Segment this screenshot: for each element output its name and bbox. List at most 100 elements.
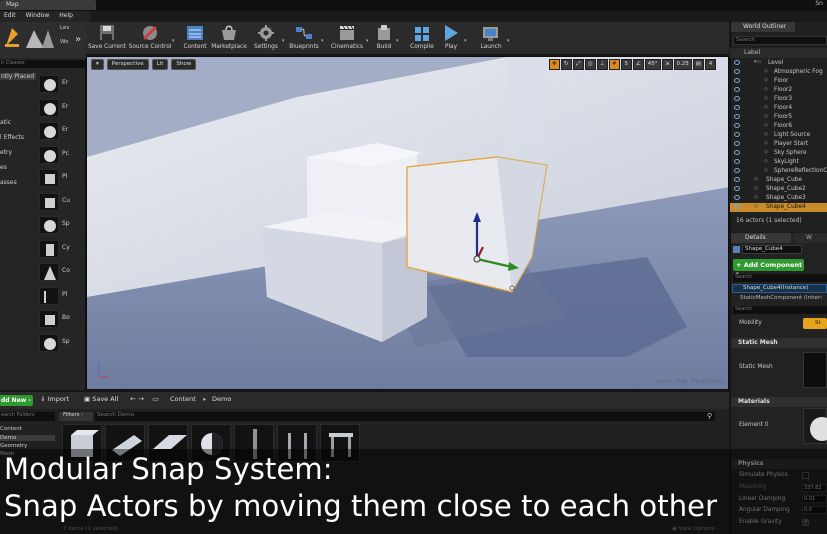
search-icon[interactable]: ⚲ (707, 412, 712, 420)
gizmo-pivot[interactable] (473, 255, 481, 263)
launch-button[interactable]: Launch (476, 22, 506, 55)
materials-section[interactable]: Materials (731, 397, 827, 407)
asset-label[interactable]: Cu (62, 197, 70, 204)
outliner-item[interactable]: ◇ Floor5 (730, 113, 827, 122)
visibility-eye-icon[interactable] (734, 186, 740, 191)
breadcrumb-demo[interactable]: Demo (212, 395, 231, 403)
menu-help[interactable]: Help (59, 12, 73, 22)
blueprints-dropdown-icon[interactable]: ▾ (321, 38, 327, 46)
category-recently-placed[interactable]: ntly Placed (0, 73, 36, 80)
asset-label[interactable]: Pl (62, 291, 67, 298)
scale-snap-icon[interactable]: ⇲ (661, 59, 673, 70)
scale-snap-value[interactable]: 0.25 (673, 59, 692, 70)
asset-label[interactable]: Cy (62, 244, 70, 251)
outliner-item[interactable]: ◇ Player Start (730, 140, 827, 149)
grid-snap-value[interactable]: 5 (620, 59, 632, 70)
camera-speed-value[interactable]: 4 (705, 59, 716, 70)
asset-label[interactable]: Sp (62, 338, 70, 345)
visibility-eye-icon[interactable] (734, 60, 740, 65)
search-folders-input[interactable]: earch Folders (0, 412, 55, 421)
visibility-eye-icon[interactable] (734, 132, 740, 137)
rotate-mode-icon[interactable]: ↻ (560, 59, 572, 70)
box-asset-icon[interactable] (39, 192, 59, 211)
asset-label[interactable]: Bo (62, 314, 70, 321)
mode-tab-label[interactable]: Lev (60, 25, 70, 31)
world-space-icon[interactable]: ◎ (584, 59, 596, 70)
visibility-eye-icon[interactable] (734, 141, 740, 146)
source-control-button[interactable]: Source Control (128, 22, 172, 55)
build-button[interactable]: Build (374, 22, 394, 55)
folder-demo[interactable]: Demo (0, 435, 55, 441)
rotation-snap-icon[interactable]: ∠ (632, 59, 644, 70)
level-viewport[interactable]: ▾ Perspective Lit Show ✥ ↻ ⤢ ◎ ⊥ # 5 ∠ 4… (86, 56, 729, 390)
mode-tab-label[interactable]: Wo (60, 39, 68, 45)
asset-label[interactable]: Sp (62, 220, 70, 227)
category-cinematic[interactable]: atic (0, 119, 11, 126)
outliner-item[interactable]: ◇ Shape_Cube2 (730, 185, 827, 194)
compile-button[interactable]: Compile (408, 22, 436, 55)
visibility-eye-icon[interactable] (734, 69, 740, 74)
sphere-asset-icon[interactable] (39, 122, 59, 140)
sphere-asset-icon[interactable] (39, 98, 59, 117)
sphere-asset-icon[interactable] (39, 216, 59, 234)
visibility-eye-icon[interactable] (734, 105, 740, 110)
category-volumes[interactable]: es (0, 164, 7, 171)
blueprints-button[interactable]: Blueprints (288, 22, 320, 55)
asset-label[interactable]: Co (62, 267, 70, 274)
content-button[interactable]: Content (182, 22, 208, 55)
marketplace-button[interactable]: Marketplace (210, 22, 248, 55)
save-current-button[interactable]: Save Current (88, 22, 126, 55)
play-button[interactable]: Play (438, 22, 464, 55)
asset-label[interactable]: Er (62, 103, 68, 110)
menu-window[interactable]: Window (26, 12, 50, 22)
bulb-asset-icon[interactable] (39, 145, 59, 164)
folder-content[interactable]: Content (0, 426, 22, 432)
static-mesh-section[interactable]: Static Mesh (731, 338, 827, 348)
asset-label[interactable]: Er (62, 79, 68, 86)
plane-asset-icon[interactable] (39, 286, 59, 305)
grid-snap-icon[interactable]: # (608, 59, 620, 70)
build-dropdown-icon[interactable]: ▾ (396, 38, 402, 46)
search-classes-input[interactable]: h Classes (0, 60, 86, 68)
settings-button[interactable]: Settings (250, 22, 282, 55)
map-tab[interactable]: Map (0, 0, 96, 10)
outliner-item[interactable]: ◇ Light Source (730, 131, 827, 140)
launch-dropdown-icon[interactable]: ▾ (507, 38, 513, 46)
details-tab[interactable]: Details (731, 233, 791, 243)
box-asset-icon[interactable] (39, 169, 59, 187)
rotation-snap-value[interactable]: 45° (644, 59, 661, 70)
category-geometry[interactable]: etry (0, 149, 12, 156)
visibility-eye-icon[interactable] (734, 114, 740, 119)
history-nav[interactable]: ← → ▭ (130, 395, 159, 403)
filters-button[interactable]: Filters - (59, 412, 93, 421)
add-component-button[interactable]: + Add Component - (733, 259, 804, 277)
outliner-search-input[interactable]: Search (733, 36, 827, 45)
visibility-eye-icon[interactable] (734, 204, 740, 209)
details-search-input[interactable]: Search (733, 306, 827, 314)
asset-label[interactable]: Pc (62, 150, 69, 157)
outliner-item[interactable]: ◇ Shape_Cube (730, 176, 827, 185)
component-row[interactable]: StaticMeshComponent (Inheri (740, 295, 822, 301)
actor-name-input[interactable]: Shape_Cube4 (742, 245, 802, 254)
sphere-asset-icon[interactable] (39, 333, 59, 352)
asset-label[interactable]: Er (62, 126, 68, 133)
back-arrow-icon[interactable]: ← (130, 395, 136, 403)
select-mode-icon[interactable] (2, 24, 24, 52)
foliage-mode-icon[interactable] (40, 24, 56, 52)
cone-asset-icon[interactable] (39, 263, 59, 281)
search-demo-input[interactable]: Search Demo (95, 412, 715, 421)
visibility-eye-icon[interactable] (734, 195, 740, 200)
box-asset-icon[interactable] (39, 310, 59, 328)
outliner-item[interactable]: ◇ Floor4 (730, 104, 827, 113)
visibility-eye-icon[interactable] (734, 96, 740, 101)
surface-snap-icon[interactable]: ⊥ (596, 59, 608, 70)
outliner-item[interactable]: ◇ SkyLight (730, 158, 827, 167)
instance-row[interactable]: Shape_Cube4(Instance) (732, 284, 827, 293)
mobility-static-button[interactable]: St (803, 318, 827, 329)
breadcrumb-content[interactable]: Content (170, 395, 196, 403)
outliner-item[interactable]: ▾▭ Level (730, 59, 827, 68)
forward-arrow-icon[interactable]: → (138, 395, 144, 403)
outliner-item[interactable]: ◇ Shape_Cube4 (730, 203, 827, 212)
import-button[interactable]: ⇓ Import (40, 395, 69, 403)
world-outliner-tab[interactable]: World Outliner (731, 22, 795, 32)
